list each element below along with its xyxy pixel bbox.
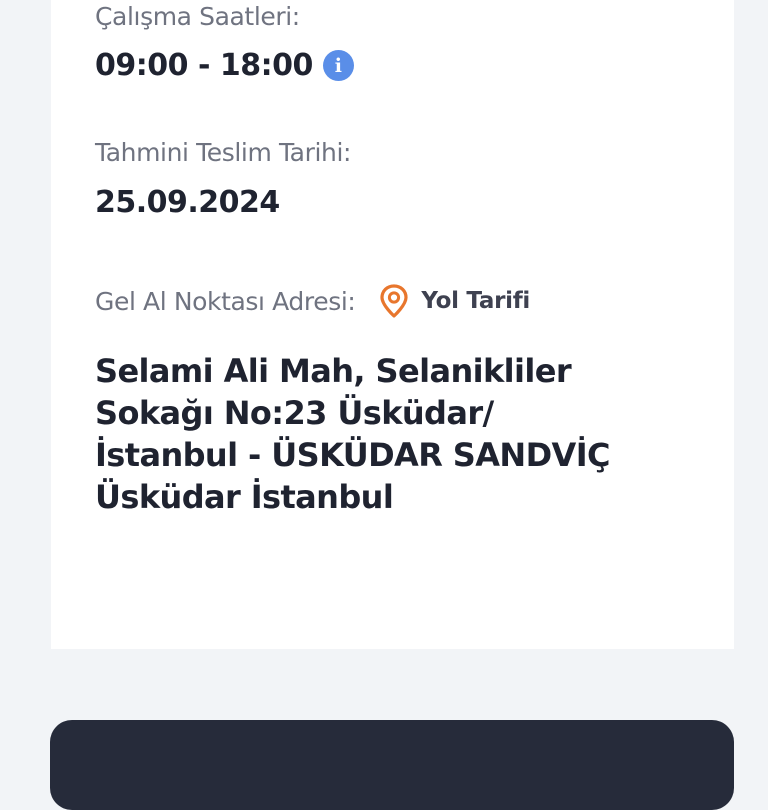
bottom-action-bar[interactable] (50, 720, 734, 810)
directions-label: Yol Tarifi (421, 288, 530, 314)
address-line: Üsküdar İstanbul (95, 478, 394, 516)
address-line: Selami Ali Mah, Selanikliler (95, 352, 572, 390)
estimated-delivery-value: 25.09.2024 (95, 185, 280, 220)
working-hours-row: 09:00 - 18:00 i (95, 48, 354, 83)
address-line: İstanbul - ÜSKÜDAR SANDVİÇ (95, 436, 611, 474)
info-icon[interactable]: i (322, 50, 354, 81)
pickup-info-card (51, 0, 734, 649)
map-pin-icon (380, 284, 408, 318)
directions-link[interactable]: Yol Tarifi (379, 284, 530, 318)
pickup-address: Selami Ali Mah, Selanikliler Sokağı No:2… (95, 350, 655, 518)
pickup-address-label: Gel Al Noktası Adresi: (95, 286, 356, 316)
working-hours-value: 09:00 - 18:00 (95, 48, 313, 83)
estimated-delivery-label: Tahmini Teslim Tarihi: (95, 138, 352, 167)
working-hours-label: Çalışma Saatleri: (95, 2, 300, 31)
pickup-address-row: Gel Al Noktası Adresi: Yol Tarifi (95, 284, 530, 318)
address-line: Sokağı No:23 Üsküdar/ (95, 394, 494, 432)
